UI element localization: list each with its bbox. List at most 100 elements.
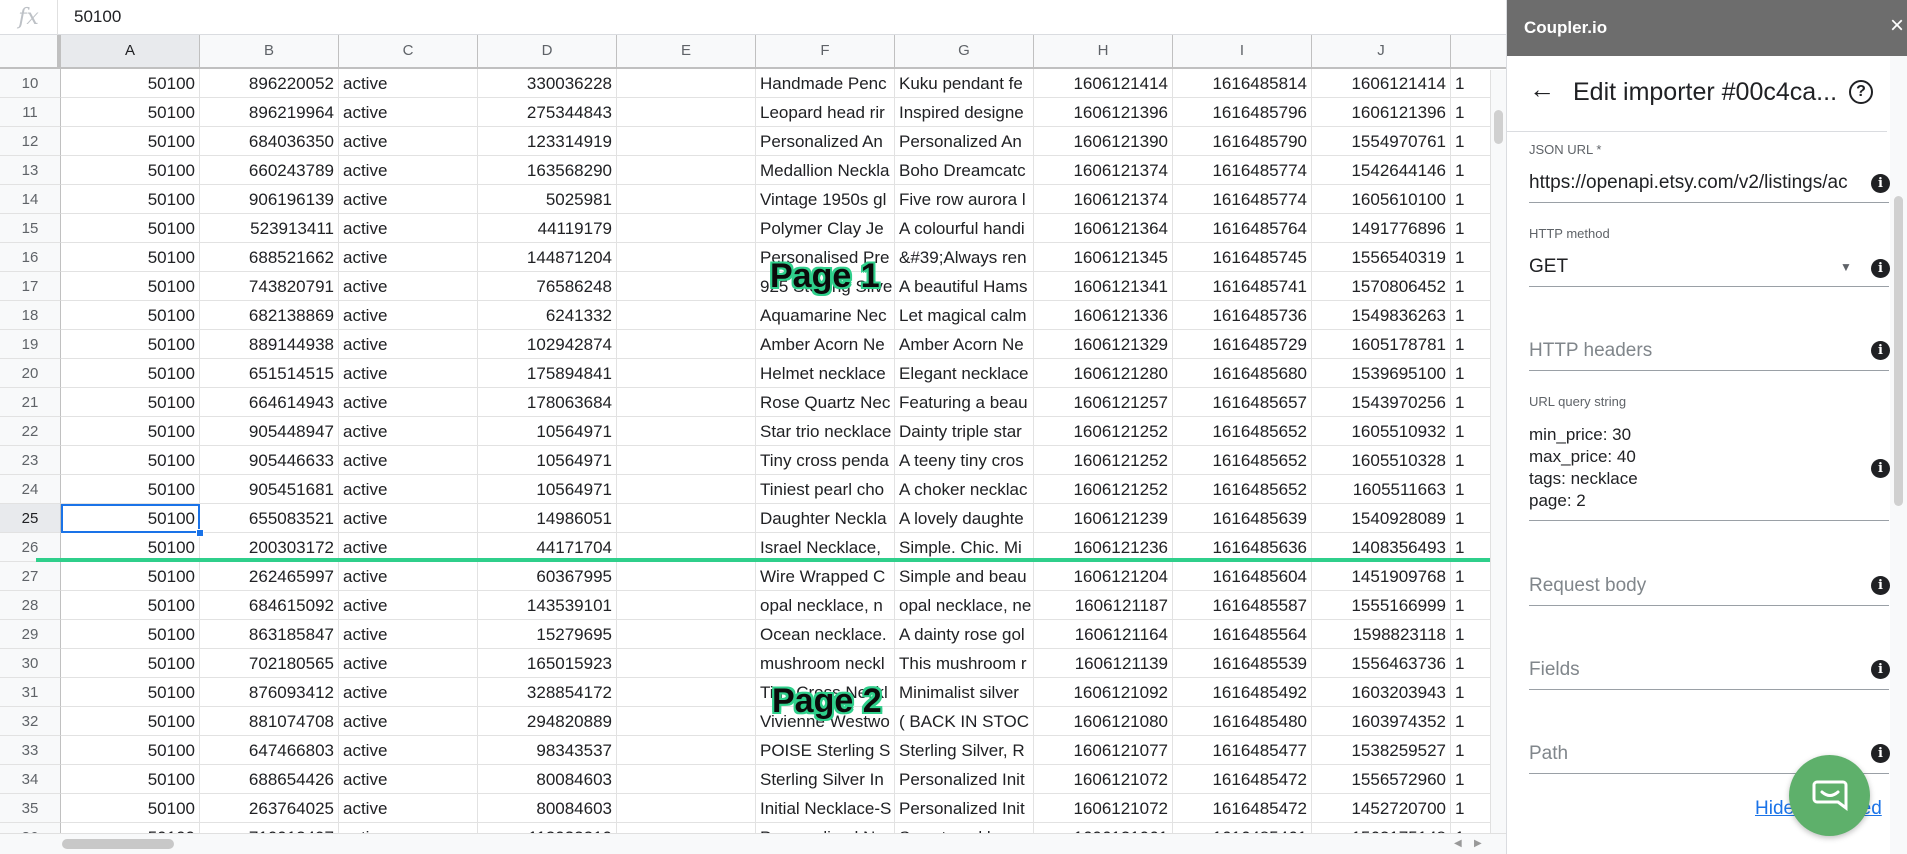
cell-g[interactable]: Personalized Init xyxy=(895,765,1034,794)
dropdown-arrow-icon[interactable]: ▼ xyxy=(1840,260,1852,274)
http-method-select[interactable]: HTTP method GET ▼ i xyxy=(1524,226,1890,288)
cell-b[interactable]: 263764025 xyxy=(200,794,339,823)
cell-f[interactable]: Tiniest pearl cho xyxy=(756,475,895,504)
cell-h[interactable]: 1606121072 xyxy=(1034,794,1173,823)
cell-i[interactable]: 1616485604 xyxy=(1173,562,1312,591)
cell-d[interactable]: 328854172 xyxy=(478,678,617,707)
cell-e[interactable] xyxy=(617,446,756,475)
cell-a[interactable]: 50100 xyxy=(61,185,200,214)
formula-input[interactable]: 50100 xyxy=(58,7,121,27)
cell-a[interactable]: 50100 xyxy=(61,823,200,833)
row-header[interactable]: 29 xyxy=(0,620,61,649)
cell-c[interactable]: active xyxy=(339,678,478,707)
cell-a[interactable]: 50100 xyxy=(61,98,200,127)
cell-h[interactable]: 1606121061 xyxy=(1034,823,1173,833)
cell-d[interactable]: 14986051 xyxy=(478,504,617,533)
cell-g[interactable]: Let magical calm xyxy=(895,301,1034,330)
http-headers-field[interactable]: HTTP headers i xyxy=(1524,338,1890,374)
cell-i[interactable]: 1616485774 xyxy=(1173,156,1312,185)
cell-g[interactable]: This mushroom r xyxy=(895,649,1034,678)
info-icon[interactable]: i xyxy=(1871,459,1890,478)
row-header[interactable]: 12 xyxy=(0,127,61,156)
cell-e[interactable] xyxy=(617,475,756,504)
cell-j[interactable]: 1491776896 xyxy=(1312,214,1451,243)
cell-e[interactable] xyxy=(617,649,756,678)
cell-e[interactable] xyxy=(617,98,756,127)
url-query-field[interactable]: URL query string min_price: 30 max_price… xyxy=(1524,394,1890,522)
cell-d[interactable]: 60367995 xyxy=(478,562,617,591)
column-header-h[interactable]: H xyxy=(1034,35,1173,67)
cell-d[interactable]: 15279695 xyxy=(478,620,617,649)
info-icon[interactable]: i xyxy=(1871,341,1890,360)
cell-h[interactable]: 1606121077 xyxy=(1034,736,1173,765)
cell-f[interactable]: Helmet necklace xyxy=(756,359,895,388)
cell-b[interactable]: 896219964 xyxy=(200,98,339,127)
cell-g[interactable]: Inspired designe xyxy=(895,98,1034,127)
cell-i[interactable]: 1616485472 xyxy=(1173,765,1312,794)
row-header[interactable]: 28 xyxy=(0,591,61,620)
cell-j[interactable]: 1556572960 xyxy=(1312,765,1451,794)
cell-c[interactable]: active xyxy=(339,388,478,417)
cell-c[interactable]: active xyxy=(339,707,478,736)
row-header[interactable]: 20 xyxy=(0,359,61,388)
cell-d[interactable]: 102942874 xyxy=(478,330,617,359)
cell-j[interactable]: 1549836263 xyxy=(1312,301,1451,330)
cell-h[interactable]: 1606121341 xyxy=(1034,272,1173,301)
info-icon[interactable]: i xyxy=(1871,259,1890,278)
cell-j[interactable]: 1556463736 xyxy=(1312,649,1451,678)
cell-c[interactable]: active xyxy=(339,301,478,330)
cell-b[interactable]: 905446633 xyxy=(200,446,339,475)
cell-g[interactable]: Dainty triple star xyxy=(895,417,1034,446)
cell-e[interactable] xyxy=(617,214,756,243)
row-header[interactable]: 34 xyxy=(0,765,61,794)
cell-b[interactable]: 684036350 xyxy=(200,127,339,156)
row-header[interactable]: 19 xyxy=(0,330,61,359)
row-header[interactable]: 35 xyxy=(0,794,61,823)
cell-j[interactable]: 1451909768 xyxy=(1312,562,1451,591)
row-header[interactable]: 25 xyxy=(0,504,61,533)
cell-f[interactable]: Tiny cross penda xyxy=(756,446,895,475)
cell-i[interactable]: 1616485477 xyxy=(1173,736,1312,765)
cell-e[interactable] xyxy=(617,127,756,156)
cell-i[interactable]: 1616485587 xyxy=(1173,591,1312,620)
cell-g[interactable]: A beautiful Hams xyxy=(895,272,1034,301)
cell-g[interactable]: A teeny tiny cros xyxy=(895,446,1034,475)
cell-e[interactable] xyxy=(617,591,756,620)
cell-i[interactable]: 1616485652 xyxy=(1173,475,1312,504)
cell-i[interactable]: 1616485814 xyxy=(1173,69,1312,98)
column-header-a[interactable]: A xyxy=(61,35,200,67)
cell-d[interactable]: 144871204 xyxy=(478,243,617,272)
cell-a[interactable]: 50100 xyxy=(61,794,200,823)
cell-b[interactable]: 905448947 xyxy=(200,417,339,446)
cell-a[interactable]: 50100 xyxy=(61,243,200,272)
cell-j[interactable]: 1554970761 xyxy=(1312,127,1451,156)
cell-g[interactable]: Personalized Init xyxy=(895,794,1034,823)
cell-e[interactable] xyxy=(617,707,756,736)
cell-b[interactable]: 710012497 xyxy=(200,823,339,833)
cell-h[interactable]: 1606121252 xyxy=(1034,446,1173,475)
cell-a[interactable]: 50100 xyxy=(61,301,200,330)
cell-e[interactable] xyxy=(617,330,756,359)
cell-i[interactable]: 1616485539 xyxy=(1173,649,1312,678)
back-arrow-icon[interactable]: ← xyxy=(1529,74,1555,105)
panel-scrollbar[interactable] xyxy=(1890,56,1907,854)
cell-h[interactable]: 1606121072 xyxy=(1034,765,1173,794)
row-header[interactable]: 14 xyxy=(0,185,61,214)
http-method-value[interactable]: GET xyxy=(1529,256,1568,278)
cell-c[interactable]: active xyxy=(339,765,478,794)
cell-d[interactable]: 10564971 xyxy=(478,446,617,475)
cell-d[interactable]: 10564971 xyxy=(478,475,617,504)
cell-f[interactable]: opal necklace, n xyxy=(756,591,895,620)
cell-c[interactable]: active xyxy=(339,185,478,214)
cell-b[interactable]: 660243789 xyxy=(200,156,339,185)
cell-c[interactable]: active xyxy=(339,214,478,243)
help-icon[interactable]: ? xyxy=(1849,80,1873,104)
cell-c[interactable]: active xyxy=(339,417,478,446)
cell-h[interactable]: 1606121239 xyxy=(1034,504,1173,533)
cell-b[interactable]: 682138869 xyxy=(200,301,339,330)
cell-c[interactable]: active xyxy=(339,272,478,301)
row-header[interactable]: 27 xyxy=(0,562,61,591)
chat-button[interactable] xyxy=(1789,755,1870,836)
row-header[interactable]: 22 xyxy=(0,417,61,446)
cell-g[interactable]: A colourful handi xyxy=(895,214,1034,243)
